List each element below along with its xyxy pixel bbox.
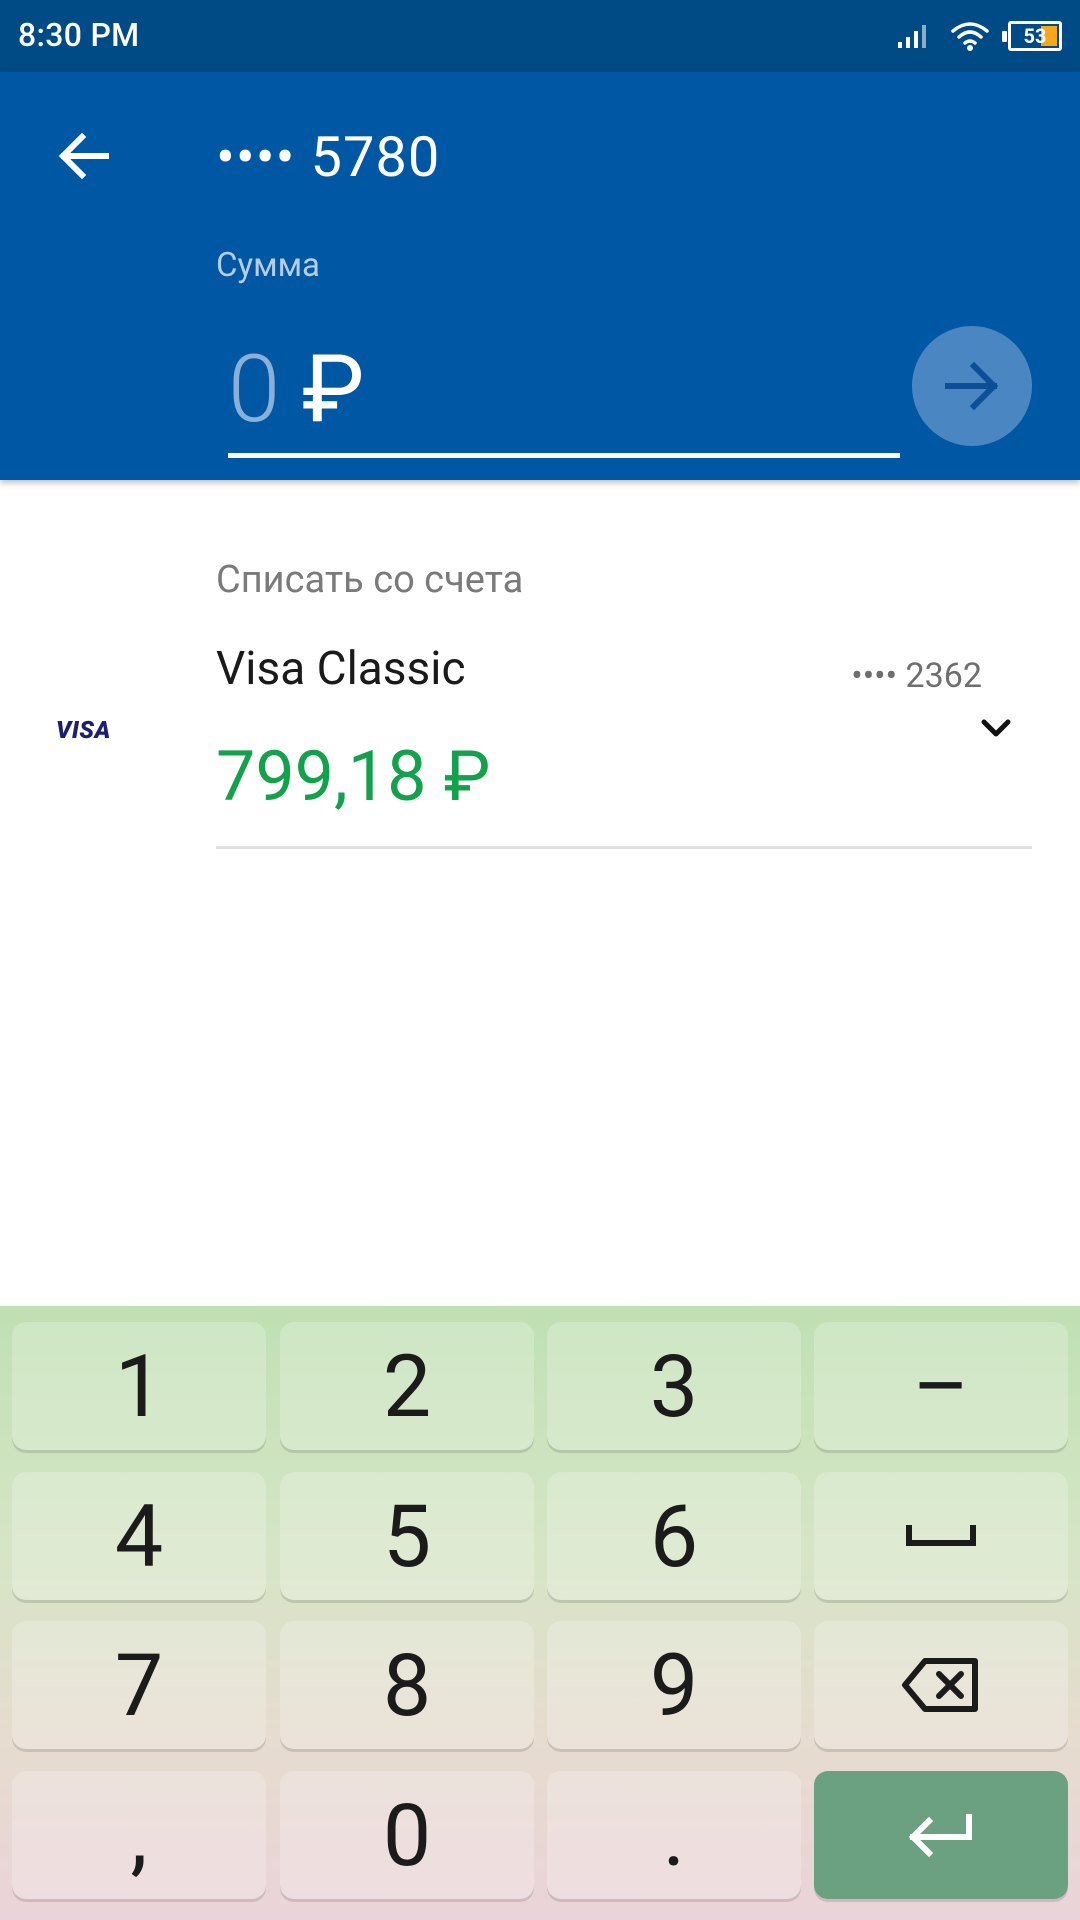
key-minus[interactable]: –	[814, 1322, 1068, 1450]
key-4[interactable]: 4	[12, 1472, 266, 1600]
status-icons: 53	[896, 18, 1062, 54]
amount-value: 0	[228, 334, 281, 444]
key-space[interactable]	[814, 1472, 1068, 1600]
key-2[interactable]: 2	[280, 1322, 534, 1450]
account-name[interactable]: Visa Classic	[216, 642, 466, 696]
debit-account-label: Списать со счета	[216, 558, 524, 602]
battery-level: 53	[1023, 24, 1047, 48]
arrow-right-icon	[945, 361, 999, 411]
amount-input[interactable]: 0 ₽	[228, 328, 900, 458]
amount-label: Сумма	[216, 246, 320, 285]
key-dot[interactable]: .	[547, 1771, 801, 1899]
enter-icon	[908, 1814, 972, 1857]
key-8[interactable]: 8	[280, 1621, 534, 1749]
account-dropdown-button[interactable]	[976, 712, 1016, 744]
key-7[interactable]: 7	[12, 1621, 266, 1749]
key-enter[interactable]	[814, 1771, 1068, 1899]
signal-icon	[898, 25, 926, 48]
key-comma[interactable]: ,	[12, 1771, 266, 1899]
numeric-keyboard: 1 2 3 – 4 5 6 7 8 9 , 0 .	[0, 1306, 1080, 1920]
status-time: 8:30 PM	[18, 16, 140, 54]
key-1[interactable]: 1	[12, 1322, 266, 1450]
next-button[interactable]	[912, 326, 1032, 446]
key-0[interactable]: 0	[280, 1771, 534, 1899]
account-masked-number: •••• 2362	[851, 656, 982, 696]
battery-icon: 53	[1002, 21, 1062, 51]
visa-logo: VISA	[56, 716, 111, 744]
key-6[interactable]: 6	[547, 1472, 801, 1600]
currency-symbol: ₽	[302, 334, 365, 444]
key-5[interactable]: 5	[280, 1472, 534, 1600]
key-backspace[interactable]	[814, 1621, 1068, 1749]
back-button[interactable]	[54, 126, 114, 186]
wifi-icon	[951, 22, 989, 51]
key-9[interactable]: 9	[547, 1621, 801, 1749]
account-balance: 799,18 ₽	[216, 736, 491, 818]
account-divider	[216, 846, 1032, 849]
chevron-down-icon	[981, 719, 1011, 737]
backspace-icon	[902, 1658, 978, 1712]
card-number: •••• 5780	[216, 124, 441, 190]
status-bar: 8:30 PM 53	[0, 0, 1080, 72]
transfer-header: •••• 5780 Сумма 0 ₽	[0, 72, 1080, 480]
arrow-left-icon	[58, 132, 109, 180]
space-icon	[906, 1525, 976, 1546]
key-3[interactable]: 3	[547, 1322, 801, 1450]
